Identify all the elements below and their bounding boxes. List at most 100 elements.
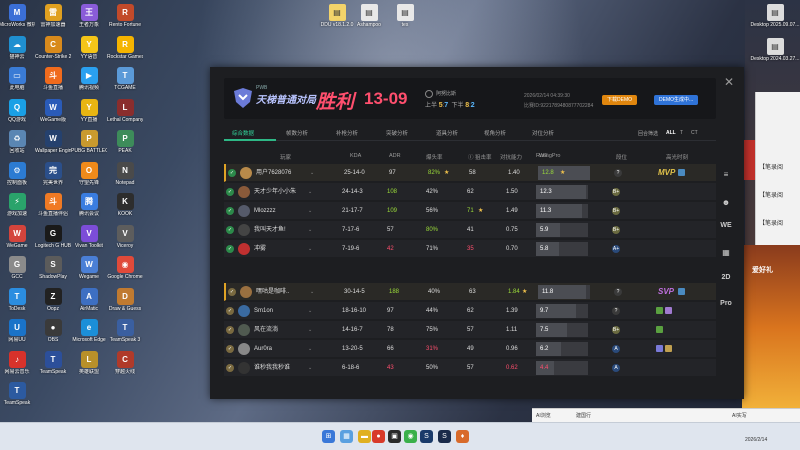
download-demo-button[interactable]: 下载DEMO <box>602 95 638 105</box>
chart-icon[interactable]: ▦ <box>719 248 733 257</box>
desktop-icon[interactable]: A AirMatic <box>72 287 106 319</box>
chevron-down-icon[interactable]: ⌄ <box>308 183 312 201</box>
desktop-icon[interactable]: ⚡ 游戏加速 <box>0 193 34 224</box>
player-name[interactable]: Sm1on <box>254 302 273 320</box>
list-icon[interactable]: ≡ <box>719 170 733 179</box>
player-avatar[interactable] <box>238 324 250 336</box>
chevron-down-icon[interactable]: ⌄ <box>308 359 312 377</box>
desktop-file[interactable]: ▤ tes <box>388 4 422 28</box>
chevron-down-icon[interactable]: ⌄ <box>308 340 312 358</box>
player-name[interactable]: 嘿咕是咖啡.. <box>256 283 289 301</box>
desktop-icon[interactable]: ● OBS <box>36 319 70 350</box>
taskbar-app-icon[interactable]: ▦ <box>340 430 353 443</box>
player-row[interactable]: ✓ Aur0ra ⌄ 13-20-5 66 31% 49 0.96 6.2 A <box>224 340 716 358</box>
desktop-icon[interactable]: W WeGame <box>0 224 34 256</box>
desktop-icon[interactable]: 王王者万象 <box>72 4 106 35</box>
desktop-icon[interactable]: T TeamSpeak <box>36 350 70 382</box>
highlight-tag-icon[interactable] <box>656 345 663 352</box>
desktop-icon[interactable]: G GCC <box>0 256 34 287</box>
browser-list-item[interactable]: 【笔录阅 <box>759 218 783 227</box>
taskbar-app-icon[interactable]: ◉ <box>404 430 417 443</box>
desktop-icon[interactable]: L Lethal Company <box>107 98 143 130</box>
desktop-icon[interactable]: 斗斗鱼直播 <box>36 67 70 98</box>
player-avatar[interactable] <box>238 362 250 374</box>
tab-5[interactable]: 道具分析 <box>436 127 458 141</box>
chevron-down-icon[interactable]: ⌄ <box>308 240 312 258</box>
taskbar-app-icon[interactable]: ⊞ <box>322 430 335 443</box>
tray-chat-bar[interactable]: AI浏览 建国行 AI实写 <box>532 408 800 422</box>
desktop-icon[interactable]: T ToDesk <box>0 287 34 319</box>
desktop-icon[interactable]: K KOOK <box>108 193 142 224</box>
highlight-tag-icon[interactable] <box>665 345 672 352</box>
desktop-icon[interactable]: W Wegame <box>72 256 106 287</box>
player-avatar[interactable] <box>238 205 250 217</box>
browser-list-item[interactable]: 【笔录阅 <box>759 190 783 199</box>
replay-2d-tab[interactable]: 2D <box>719 274 733 281</box>
round-filter-all[interactable]: ALL <box>666 130 676 136</box>
round-filter-ct[interactable]: CT <box>691 130 698 136</box>
tab-3[interactable]: 补枪分析 <box>336 127 358 141</box>
desktop-icon[interactable]: Q QQ游戏 <box>0 98 34 130</box>
tab-4[interactable]: 突破分析 <box>386 127 408 141</box>
desktop-icon[interactable]: ⚙ 控制面板 <box>0 161 34 193</box>
taskbar-app-icon[interactable]: ▬ <box>358 430 371 443</box>
chevron-down-icon[interactable]: ⌄ <box>308 221 312 239</box>
desktop-icon[interactable]: V Viceroy <box>108 224 142 256</box>
desktop-icon[interactable]: R Rento Fortune <box>108 4 142 35</box>
desktop-icon[interactable]: N Notepad <box>108 161 142 193</box>
highlight-tag-icon[interactable] <box>656 307 663 314</box>
desktop-icon[interactable]: C 穿越火线 <box>108 350 142 382</box>
tab-1[interactable]: 综合数据 <box>232 127 254 141</box>
desktop-icon[interactable]: 雷雷神加速器 <box>36 4 70 35</box>
player-name[interactable]: Mlozzzz <box>254 202 276 220</box>
desktop-icon[interactable]: Z Oopz <box>36 287 70 319</box>
player-row[interactable]: ✓ 嘿咕是咖啡.. ⌄ 30-14-5 188 40% 63 1.84 ★ 11.8? SVP <box>224 283 716 301</box>
tab-6[interactable]: 视角分析 <box>484 127 506 141</box>
desktop-icon[interactable]: O 守望先锋 <box>72 161 106 193</box>
tab-7[interactable]: 对位分析 <box>532 127 554 141</box>
generating-demo-button[interactable]: DEMO生成中... <box>654 95 699 105</box>
desktop-icon[interactable]: Y YY语音 <box>72 35 106 67</box>
browser-promo-panel[interactable]: 爱好礼 <box>742 245 800 410</box>
chevron-down-icon[interactable]: ⌄ <box>308 302 312 320</box>
player-row[interactable]: ✓ 谁秒我我秒谁 ⌄ 6-18-6 43 50% 57 0.62 4.4 A <box>224 359 716 377</box>
desktop-icon[interactable]: R Rockstar Games <box>107 35 143 67</box>
desktop-icon[interactable]: ♪ 网易云音乐 <box>0 350 34 382</box>
desktop-icon[interactable]: ♻ 回收站 <box>0 130 34 161</box>
player-row[interactable]: ✓ Sm1on ⌄ 18-16-10 97 44% 62 1.39 9.7? <box>224 302 716 320</box>
desktop-icon[interactable]: ◉ Google Chrome <box>107 256 143 287</box>
pro-tab[interactable]: Pro <box>719 300 733 307</box>
highlight-mvp-badge[interactable]: MVP <box>658 168 675 178</box>
desktop-icon[interactable]: C Counter-Strike 2 <box>35 35 71 67</box>
player-row[interactable]: ✓ 天才少年小小朱 ⌄ 24-14-3 108 42% 62 1.50 12.3 B+ <box>224 183 716 201</box>
tab-2[interactable]: 帧数分析 <box>286 127 308 141</box>
highlight-tag-icon[interactable] <box>656 326 663 333</box>
desktop-icon[interactable]: T TeamSpeak 3 <box>108 319 142 350</box>
player-avatar[interactable] <box>238 224 250 236</box>
desktop-icon[interactable]: W WeGame版 <box>36 98 70 130</box>
player-row[interactable]: ✓ 我叫天才鱼! ⌄ 7-17-6 57 80% 41 0.75 5.9 B+ <box>224 221 716 239</box>
player-avatar[interactable] <box>240 286 252 298</box>
desktop-icon[interactable]: L 英雄联盟 <box>72 350 106 382</box>
highlight-tag-icon[interactable] <box>678 288 685 295</box>
player-name[interactable]: Aur0ra <box>254 340 272 358</box>
taskbar-app-icon[interactable]: ♦ <box>456 430 469 443</box>
player-name[interactable]: 天才少年小小朱 <box>254 183 296 201</box>
player-row[interactable]: ✓ 冲雾 ⌄ 7-19-6 42 71% 35 0.70 5.8 A+ <box>224 240 716 258</box>
player-row[interactable]: ✓ Mlozzzz ⌄ 21-17-7 109 56% 71 1.49 ★ 11.3 B+ <box>224 202 716 220</box>
desktop-icon[interactable]: e Microsoft Edge <box>72 319 106 350</box>
browser-list-item[interactable]: 【笔录阅 <box>759 162 783 171</box>
player-icon[interactable]: ☻ <box>719 198 733 207</box>
taskbar-app-icon[interactable]: S <box>438 430 451 443</box>
round-filter-t[interactable]: T <box>680 130 683 136</box>
desktop-icon[interactable]: G Logitech G HUB <box>35 224 71 256</box>
desktop-icon[interactable]: S ShadowPlay <box>36 256 70 287</box>
taskbar-app-icon[interactable]: S <box>420 430 433 443</box>
desktop-file[interactable]: ▤ Ashampoo <box>352 4 386 28</box>
we-tab[interactable]: WE <box>719 222 733 229</box>
desktop-icon[interactable]: V Vivan Toolkit <box>72 224 106 256</box>
chat-item-2[interactable]: AI实写 <box>732 412 747 419</box>
player-avatar[interactable] <box>238 186 250 198</box>
chat-item-1[interactable]: 建国行 <box>576 412 591 419</box>
player-avatar[interactable] <box>238 243 250 255</box>
